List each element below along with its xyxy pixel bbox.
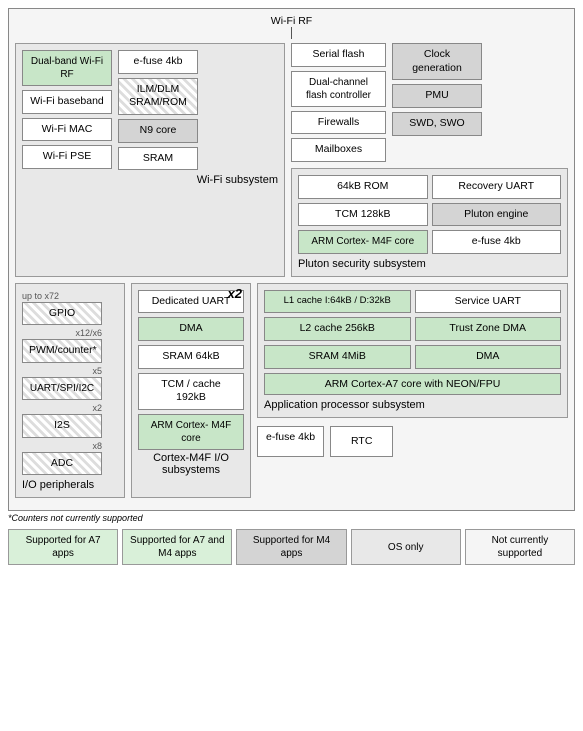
wifi-right: e-fuse 4kb ILM/DLM SRAM/ROM N9 core SRAM: [118, 50, 198, 170]
x2-label: x2: [228, 286, 242, 301]
util-top-row: Serial flash Dual-channel flash controll…: [291, 43, 568, 162]
sram-64-block: SRAM 64kB: [138, 345, 244, 369]
efuse-misc-block: e-fuse 4kb: [257, 426, 324, 458]
serial-flash-block: Serial flash: [291, 43, 386, 67]
top-row: Dual-band Wi-Fi RF Wi-Fi baseband Wi-Fi …: [15, 43, 568, 277]
uart-item: UART/SPI/I2C: [22, 377, 118, 400]
x12-6-label: x12/x6: [22, 328, 102, 338]
right-panels: Serial flash Dual-channel flash controll…: [291, 43, 568, 277]
app-label: Application processor subsystem: [264, 399, 561, 411]
legend: Supported for A7 apps Supported for A7 a…: [8, 529, 575, 565]
dma-app-block: DMA: [415, 345, 562, 369]
cortex-m4f-security-block: ARM Cortex- M4F core: [298, 230, 428, 254]
wifi-rf-label: Wi-Fi RF: [271, 15, 312, 27]
legend-not-supported: Not currently supported: [465, 529, 575, 565]
security-subsystem: 64kB ROM Recovery UART TCM 128kB Pluton …: [291, 168, 568, 277]
dma-cortex-block: DMA: [138, 317, 244, 341]
sram-wifi-block: SRAM: [118, 147, 198, 171]
wifi-mac-block: Wi-Fi MAC: [22, 118, 112, 142]
ilm-dlm-block: ILM/DLM SRAM/ROM: [118, 78, 198, 115]
firewalls-block: Firewalls: [291, 111, 386, 135]
wifi-pse-block: Wi-Fi PSE: [22, 145, 112, 169]
pwm-block: PWM/counter*: [22, 339, 102, 363]
footnote: *Counters not currently supported: [8, 513, 575, 523]
up-to-x72-label: up to x72: [22, 291, 118, 301]
pluton-engine-block: Pluton engine: [432, 203, 562, 227]
cortex-label: Cortex-M4F I/O subsystems: [138, 452, 244, 476]
x8-label: x8: [22, 441, 102, 451]
clock-gen-block: Clock generation: [392, 43, 482, 80]
x2-io-label: x2: [22, 403, 102, 413]
sram-4mib-block: SRAM 4MiB: [264, 345, 411, 369]
legend-a7m4: Supported for A7 and M4 apps: [122, 529, 232, 565]
cortex-subsystem: x2 Dedicated UART DMA SRAM 64kB TCM / ca…: [131, 283, 251, 499]
swd-swo-block: SWD, SWO: [392, 112, 482, 136]
middle-row: up to x72 GPIO x12/x6 PWM/counter* x5 UA…: [15, 283, 568, 499]
right-col-top-right: Clock generation PMU SWD, SWO: [392, 43, 482, 162]
adc-block: ADC: [22, 452, 102, 476]
io-label: I/O peripherals: [22, 479, 118, 491]
cortex-blocks: Dedicated UART DMA SRAM 64kB TCM / cache…: [138, 290, 244, 450]
service-uart-block: Service UART: [415, 290, 562, 314]
mailboxes-block: Mailboxes: [291, 138, 386, 162]
i2s-block: I2S: [22, 414, 102, 438]
adc-item: ADC: [22, 452, 118, 476]
gpio-block: GPIO: [22, 302, 102, 326]
dual-channel-block: Dual-channel flash controller: [291, 71, 386, 107]
io-peripherals: up to x72 GPIO x12/x6 PWM/counter* x5 UA…: [15, 283, 125, 499]
gpio-item: GPIO: [22, 302, 118, 326]
i2s-item: I2S: [22, 414, 118, 438]
n9-core-block: N9 core: [118, 119, 198, 143]
right-col-top-left: Serial flash Dual-channel flash controll…: [291, 43, 386, 162]
pmu-block: PMU: [392, 84, 482, 108]
rom-64-block: 64kB ROM: [298, 175, 428, 199]
rtc-block: RTC: [330, 426, 393, 458]
efuse-security-block: e-fuse 4kb: [432, 230, 562, 254]
pwm-item: PWM/counter*: [22, 339, 118, 363]
legend-m4: Supported for M4 apps: [236, 529, 346, 565]
l2-cache-block: L2 cache 256kB: [264, 317, 411, 341]
wifi-subsystem: Dual-band Wi-Fi RF Wi-Fi baseband Wi-Fi …: [15, 43, 285, 277]
diagram: Wi-Fi RF Dual-band Wi-Fi RF Wi-Fi baseba…: [8, 8, 575, 511]
middle-right: L1 cache I:64kB / D:32kB Service UART L2…: [257, 283, 568, 499]
wifi-rf-top: Wi-Fi RF: [15, 15, 568, 39]
x5-label: x5: [22, 366, 102, 376]
wifi-rf-connector-line: [291, 27, 292, 39]
bottom-misc: e-fuse 4kb RTC: [257, 426, 568, 458]
wifi-baseband-block: Wi-Fi baseband: [22, 90, 112, 114]
trustzone-dma-block: Trust Zone DMA: [415, 317, 562, 341]
tcm-cache-block: TCM / cache 192kB: [138, 373, 244, 410]
l1-cache-block: L1 cache I:64kB / D:32kB: [264, 290, 411, 314]
recovery-uart-block: Recovery UART: [432, 175, 562, 199]
uart-block: UART/SPI/I2C: [22, 377, 102, 400]
arm-a7-block: ARM Cortex-A7 core with NEON/FPU: [264, 373, 561, 395]
arm-m4f-block: ARM Cortex- M4F core: [138, 414, 244, 450]
dual-band-block: Dual-band Wi-Fi RF: [22, 50, 112, 86]
security-label: Pluton security subsystem: [298, 258, 561, 270]
legend-a7: Supported for A7 apps: [8, 529, 118, 565]
efuse-block: e-fuse 4kb: [118, 50, 198, 74]
app-grid: L1 cache I:64kB / D:32kB Service UART L2…: [264, 290, 561, 369]
legend-os: OS only: [351, 529, 461, 565]
wifi-top: Dual-band Wi-Fi RF Wi-Fi baseband Wi-Fi …: [22, 50, 278, 170]
main-container: Wi-Fi RF Dual-band Wi-Fi RF Wi-Fi baseba…: [0, 0, 583, 573]
app-subsystem: L1 cache I:64kB / D:32kB Service UART L2…: [257, 283, 568, 418]
wifi-left: Dual-band Wi-Fi RF Wi-Fi baseband Wi-Fi …: [22, 50, 112, 170]
security-grid: 64kB ROM Recovery UART TCM 128kB Pluton …: [298, 175, 561, 254]
wifi-subsystem-label: Wi-Fi subsystem: [22, 174, 278, 186]
tcm-128-block: TCM 128kB: [298, 203, 428, 227]
